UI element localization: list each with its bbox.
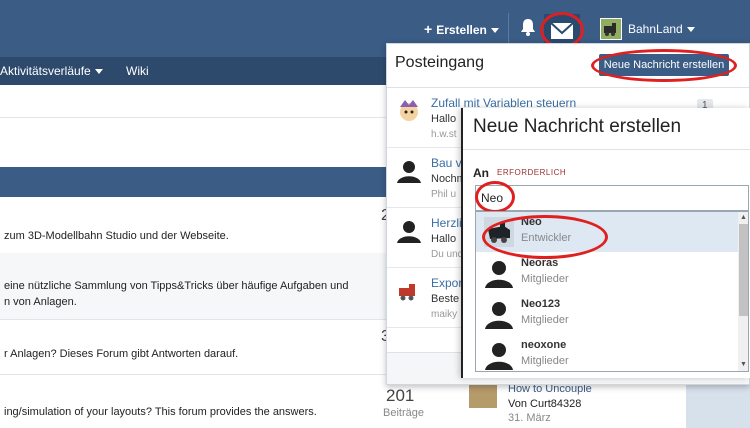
create-button[interactable]: + Erstellen xyxy=(424,21,499,37)
thread-thumbnail xyxy=(469,384,497,408)
suggestion-name: Neo123 xyxy=(521,298,561,310)
suggestion-name: neoxone xyxy=(521,339,567,351)
highlight-ring-new-message xyxy=(591,49,737,82)
forum-description: zum 3D-Modellbahn Studio und der Webseit… xyxy=(4,230,229,242)
suggestion-item[interactable]: Neoras Mitglieder xyxy=(476,253,738,293)
compose-header: Neue Nachricht erstellen xyxy=(463,108,750,150)
scroll-up-icon[interactable]: ▲ xyxy=(739,213,748,223)
avatar-placeholder-icon xyxy=(484,299,514,329)
conversation-preview: Beste xyxy=(431,293,460,305)
user-menu[interactable]: BahnLand xyxy=(628,22,695,36)
plus-icon: + xyxy=(424,21,433,37)
required-label: ERFORDERLICH xyxy=(497,168,567,177)
conversation-subject[interactable]: Herzli xyxy=(431,216,462,230)
locomotive-icon xyxy=(601,19,621,39)
recipient-suggestions: Neo Entwickler Neoras Mitglieder Neo123 … xyxy=(475,211,749,372)
conversation-subject[interactable]: Bau v xyxy=(431,156,462,170)
compose-dialog: Neue Nachricht erstellen An ERFORDERLICH… xyxy=(461,108,750,378)
post-count-label: Beiträge xyxy=(383,407,424,419)
avatar-placeholder-icon xyxy=(397,159,421,183)
scroll-down-icon[interactable]: ▼ xyxy=(739,360,748,370)
suggestion-role: Mitglieder xyxy=(521,314,569,326)
recipient-label: An xyxy=(473,166,489,180)
avatar-placeholder-icon xyxy=(397,219,421,243)
nav-item-wiki[interactable]: Wiki xyxy=(126,64,149,78)
forum-description: ing/simulation of your layouts? This for… xyxy=(4,406,317,418)
last-post-date: 31. März xyxy=(508,412,551,424)
conversation-meta: maiky xyxy=(431,309,458,320)
highlight-ring-recipient xyxy=(475,181,515,213)
conversation-subject[interactable]: Expor xyxy=(431,276,462,290)
inbox-title: Posteingang xyxy=(395,54,484,71)
nav-item-activity[interactable]: Aktivitätsverläufe xyxy=(0,64,103,78)
create-label: Erstellen xyxy=(436,23,499,37)
scrollbar-thumb[interactable] xyxy=(739,224,748,316)
conversation-meta: Phil u xyxy=(431,189,457,200)
conversation-meta: h.w.st xyxy=(431,129,457,140)
suggestion-item[interactable]: neoxone Mitglieder xyxy=(476,335,738,371)
user-avatar[interactable] xyxy=(600,18,622,40)
forum-description: r Anlagen? Dieses Forum gibt Antworten d… xyxy=(4,348,239,360)
scrollbar[interactable]: ▲ ▼ xyxy=(738,212,748,371)
last-post-author[interactable]: Von Curt84328 xyxy=(508,398,581,410)
header-divider xyxy=(508,13,509,45)
inbox-header: Posteingang Neue Nachricht erstellen xyxy=(387,44,749,88)
bell-icon[interactable] xyxy=(520,18,536,36)
avatar-placeholder-icon xyxy=(484,340,514,370)
forum-post-count: 201 xyxy=(386,386,415,405)
suggestion-role: Mitglieder xyxy=(521,355,569,367)
conversation-preview: Hallo xyxy=(431,233,457,245)
suggestion-name: Neoras xyxy=(521,257,559,269)
forum-description: eine nützliche Sammlung von Tipps&Tricks… xyxy=(4,280,349,292)
conversation-preview: Hallo xyxy=(431,113,457,125)
avatar-placeholder-icon xyxy=(484,258,514,288)
conversation-meta: Du und xyxy=(431,249,464,260)
avatar xyxy=(397,279,421,303)
compose-title: Neue Nachricht erstellen xyxy=(473,116,682,137)
suggestion-item[interactable]: Neo123 Mitglieder xyxy=(476,294,738,334)
avatar xyxy=(397,99,421,123)
recipient-input[interactable] xyxy=(475,185,749,211)
suggestion-role: Mitglieder xyxy=(521,273,569,285)
forum-description: n von Anlagen. xyxy=(4,296,77,308)
